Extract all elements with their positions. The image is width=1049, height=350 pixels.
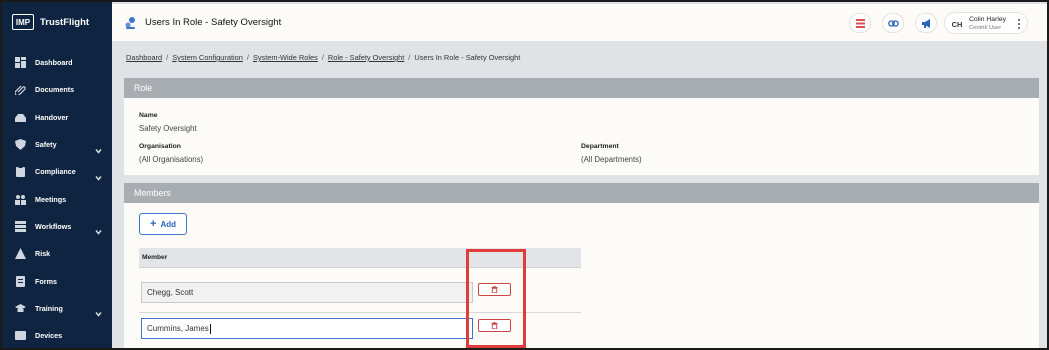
breadcrumb-separator: / [166, 53, 169, 62]
sidebar: IMP TrustFlight Dashboard Documents Handov… [2, 2, 112, 348]
link-button[interactable] [882, 13, 904, 33]
graduation-cap-icon [14, 302, 26, 314]
sidebar-item-label: Workflows [35, 221, 72, 231]
text-caret [209, 323, 211, 334]
chevron-down-icon[interactable] [95, 223, 102, 236]
sidebar-item-risk[interactable]: Risk [2, 240, 112, 267]
breadcrumb-separator: / [408, 53, 411, 62]
sidebar-item-label: Meetings [35, 194, 67, 204]
organisation-label: Organisation [139, 143, 181, 150]
alerts-button[interactable] [849, 13, 871, 33]
breadcrumb-link[interactable]: Dashboard [126, 53, 162, 62]
organisation-value: (All Organisations) [139, 155, 204, 164]
plus-icon: + [150, 217, 157, 230]
sidebar-item-label: Risk [35, 249, 51, 259]
breadcrumb-link[interactable]: System-Wide Roles [253, 53, 318, 62]
role-panel-header: Role [124, 78, 1039, 98]
dashboard-icon [14, 57, 26, 69]
department-label: Department [581, 143, 619, 150]
sidebar-item-label: Forms [35, 276, 57, 286]
add-button-label: Add [160, 219, 176, 229]
role-panel-title: Role [134, 83, 153, 93]
top-bar: Users In Role - Safety Oversight CH Coli… [112, 4, 1047, 42]
chevron-down-icon[interactable] [95, 305, 102, 318]
delete-column-highlight [466, 249, 526, 348]
sidebar-item-label: Safety [35, 140, 57, 150]
members-panel-header: Members [124, 183, 1039, 203]
sidebar-item-label: Training [35, 303, 63, 313]
sidebar-item-label: Documents [35, 85, 75, 95]
sidebar-item-label: Compliance [35, 167, 76, 177]
breadcrumb-link[interactable]: System Configuration [172, 53, 243, 62]
announcements-button[interactable] [915, 13, 937, 33]
chevron-down-icon[interactable] [95, 168, 102, 181]
sidebar-item-compliance[interactable]: Compliance [2, 158, 112, 185]
clipboard-icon [14, 166, 26, 178]
member-name: Chegg, Scott [147, 288, 194, 297]
user-name: Colin Harley [969, 16, 1007, 23]
warning-icon [14, 248, 26, 260]
avatar: CH [951, 19, 963, 29]
sidebar-item-workflows[interactable]: Workflows [2, 213, 112, 240]
breadcrumb-separator: / [246, 53, 249, 62]
device-icon [14, 330, 26, 342]
column-member: Member [142, 254, 168, 261]
member-field[interactable]: Cummins, James [141, 318, 473, 339]
form-icon [14, 275, 26, 287]
name-label: Name [139, 112, 158, 119]
sidebar-item-devices[interactable]: Devices [2, 322, 112, 348]
more-vertical-icon[interactable] [1017, 18, 1021, 30]
add-member-button[interactable]: + Add [139, 213, 187, 235]
name-value: Safety Oversight [139, 124, 197, 133]
sidebar-item-label: Devices [35, 331, 63, 341]
users-role-icon [124, 16, 137, 29]
app-window: IMP TrustFlight Dashboard Documents Handov… [0, 0, 1049, 350]
sidebar-item-handover[interactable]: Handover [2, 104, 112, 131]
breadcrumb-link[interactable]: Role - Safety Oversight [328, 53, 404, 62]
members-panel-title: Members [134, 188, 171, 198]
sidebar-item-training[interactable]: Training [2, 295, 112, 322]
breadcrumb: Dashboard / System Configuration / System-Wi… [126, 53, 520, 62]
link-icon [887, 19, 899, 27]
megaphone-icon [921, 18, 930, 28]
member-name: Cummins, James [147, 324, 209, 333]
user-menu[interactable]: CH Colin Harley Centrik User [944, 12, 1028, 34]
shield-icon [14, 139, 26, 151]
inbox-icon [14, 111, 26, 123]
role-panel-body: Name Safety Oversight Organisation (All … [124, 98, 1039, 175]
logo[interactable]: IMP TrustFlight [12, 14, 89, 30]
sidebar-item-label: Dashboard [35, 58, 73, 68]
sidebar-item-meetings[interactable]: Meetings [2, 185, 112, 212]
breadcrumb-separator: / [321, 53, 324, 62]
chevron-down-icon[interactable] [95, 141, 102, 154]
people-icon [14, 193, 26, 205]
sidebar-item-label: Handover [35, 112, 69, 122]
stack-icon [14, 220, 26, 232]
alert-list-icon [855, 18, 865, 28]
breadcrumb-current: Users In Role - Safety Oversight [414, 53, 521, 62]
logo-badge: IMP [12, 14, 34, 30]
sidebar-item-documents[interactable]: Documents [2, 76, 112, 103]
sidebar-item-safety[interactable]: Safety [2, 131, 112, 158]
logo-brand: TrustFlight [40, 16, 90, 28]
member-field[interactable]: Chegg, Scott [141, 282, 473, 303]
sidebar-item-dashboard[interactable]: Dashboard [2, 49, 112, 76]
department-value: (All Departments) [581, 155, 642, 164]
sidebar-nav: Dashboard Documents Handover Safety Complian… [2, 49, 112, 348]
page-title: Users In Role - Safety Oversight [145, 17, 282, 28]
sidebar-item-forms[interactable]: Forms [2, 267, 112, 294]
paperclip-icon [14, 84, 26, 96]
user-role: Centrik User [969, 25, 1002, 31]
